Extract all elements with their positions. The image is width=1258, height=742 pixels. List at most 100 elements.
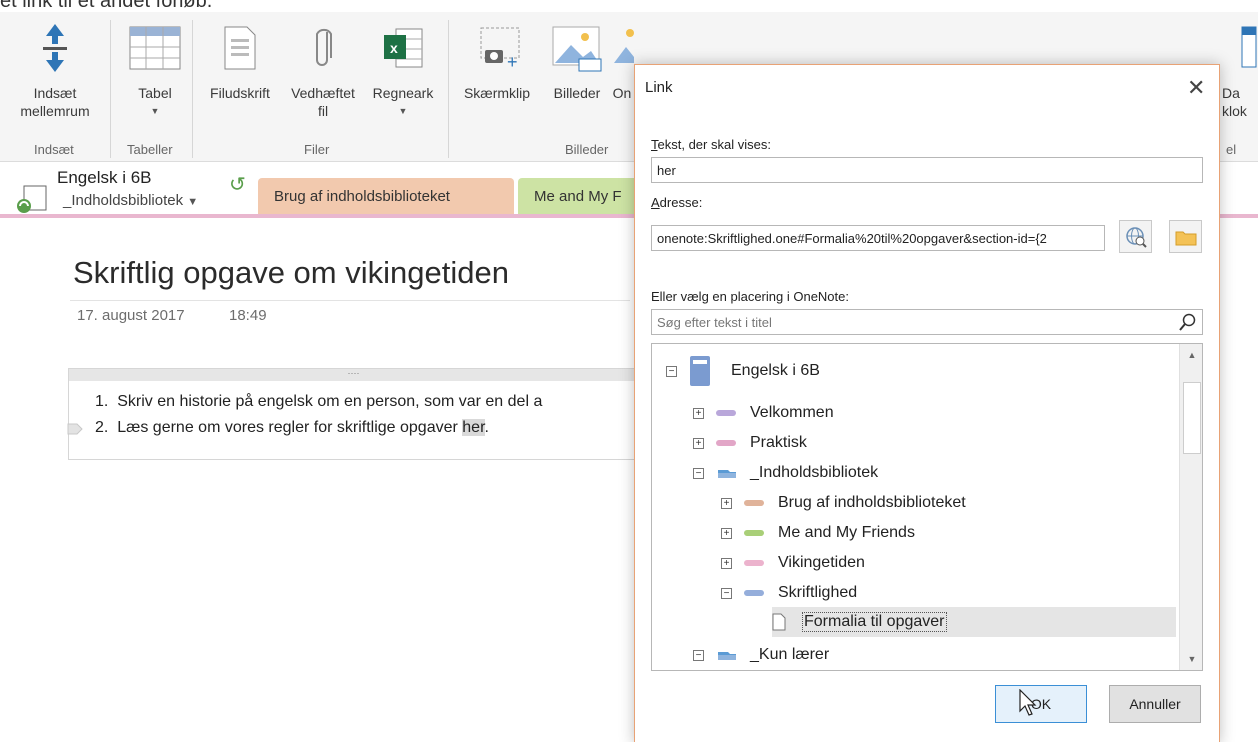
expand-icon[interactable]: + — [721, 497, 732, 509]
date-time-button[interactable]: Da klok — [1222, 20, 1258, 120]
expand-icon[interactable]: + — [721, 527, 732, 539]
attachment-button[interactable]: Vedhæftet fil — [280, 20, 366, 120]
group-files-label: Filer — [304, 142, 330, 157]
svg-text:x: x — [390, 40, 398, 56]
tab-label: Me and My F — [534, 188, 622, 205]
notebook-name[interactable]: Engelsk i 6B — [57, 168, 152, 188]
tree-item-page[interactable]: Formalia til opgaver — [772, 609, 947, 635]
selected-link-text[interactable]: her — [462, 419, 485, 436]
text-to-display-input[interactable] — [651, 157, 1203, 183]
expand-icon[interactable]: + — [693, 407, 704, 419]
mouse-cursor-icon — [1019, 688, 1039, 722]
attachment-label: Vedhæftet fil — [291, 85, 355, 119]
address-input[interactable] — [651, 225, 1105, 251]
online-pictures-button[interactable]: On — [610, 20, 634, 102]
tree-item-section-group[interactable]: − _Kun lærer — [693, 642, 829, 668]
tree-item-section[interactable]: + Me and My Friends — [721, 520, 915, 546]
page-title[interactable]: Skriftlig opgave om vikingetiden — [73, 255, 509, 291]
notebook-section-selector[interactable]: _Indholdsbibliotek ▼ — [63, 192, 198, 209]
screen-clip-button[interactable]: + Skærmklip — [454, 20, 540, 102]
list-number: 1. — [95, 393, 109, 410]
file-printout-icon — [200, 20, 280, 76]
link-dialog: Link ✕ Tekst, der skal vises: Adresse: E… — [634, 64, 1220, 742]
tree-item-section[interactable]: + Velkommen — [693, 400, 834, 426]
section-icon — [744, 500, 764, 506]
table-dropdown-arrow[interactable]: ▼ — [125, 102, 185, 120]
tab-me-and-my-friends[interactable]: Me and My F — [518, 178, 648, 216]
tree-item-section[interactable]: + Brug af indholdsbiblioteket — [721, 490, 966, 516]
close-icon[interactable]: ✕ — [1187, 75, 1205, 101]
tree-item-section[interactable]: + Praktisk — [693, 430, 807, 456]
insert-space-label: Indsæt mellemrum — [20, 85, 90, 119]
collapse-icon[interactable]: − — [693, 649, 704, 661]
table-button[interactable]: Tabel ▼ — [125, 20, 185, 120]
group-insert-label: Indsæt — [34, 142, 74, 157]
group-separator — [448, 20, 449, 158]
scroll-up-arrow[interactable]: ▲ — [1180, 350, 1202, 360]
section-icon — [716, 440, 736, 446]
tab-label: Brug af indholdsbiblioteket — [274, 188, 450, 205]
collapse-icon[interactable]: − — [666, 365, 677, 377]
scroll-down-arrow[interactable]: ▼ — [1180, 654, 1202, 664]
list-text-end: . — [484, 419, 489, 436]
page-time: 18:49 — [229, 307, 267, 324]
tree-item-label: _Kun lærer — [750, 646, 830, 663]
expand-icon[interactable]: + — [721, 557, 732, 569]
spreadsheet-button[interactable]: x Regneark ▼ — [366, 20, 440, 120]
list-item[interactable]: 2. Læs gerne om vores regler for skriftl… — [95, 419, 489, 437]
tree-scrollbar[interactable]: ▲ ▼ — [1179, 344, 1202, 670]
ok-button[interactable]: OK — [995, 685, 1087, 723]
chevron-down-icon: ▼ — [187, 196, 199, 208]
pictures-button[interactable]: Billeder — [544, 20, 610, 102]
sync-icon[interactable]: ↺ — [229, 172, 246, 197]
expand-icon[interactable]: + — [693, 437, 704, 449]
tree-item-section-group[interactable]: − _Indholdsbibliotek — [693, 460, 878, 486]
section-icon — [744, 590, 764, 596]
title-search-input[interactable] — [651, 309, 1203, 335]
online-partial-label: On — [612, 85, 632, 101]
collapse-icon[interactable]: − — [721, 587, 732, 599]
tree-item-label: Praktisk — [750, 434, 807, 451]
note-container[interactable]: ···· 1. Skriv en historie på engelsk om … — [67, 368, 638, 460]
list-item[interactable]: 1. Skriv en historie på engelsk om en pe… — [95, 393, 542, 411]
spreadsheet-dropdown-arrow[interactable]: ▼ — [366, 102, 440, 120]
tab-brug-af-indholdsbiblioteket[interactable]: Brug af indholdsbiblioteket — [258, 178, 514, 216]
section-icon — [716, 410, 736, 416]
pictures-label: Billeder — [553, 85, 601, 101]
search-icon[interactable] — [1179, 313, 1197, 336]
container-handle[interactable]: ···· — [69, 369, 638, 381]
tree-item-section[interactable]: + Vikingetiden — [721, 550, 865, 576]
screen-clip-icon: + — [454, 20, 540, 76]
group-separator — [110, 20, 111, 158]
section-icon — [744, 530, 764, 536]
group-partial-label: el — [1226, 142, 1237, 157]
text-to-display-label: Tekst, der skal vises: — [651, 137, 771, 152]
paragraph-handle-icon[interactable] — [67, 422, 83, 440]
file-printout-button[interactable]: Filudskrift — [200, 20, 280, 102]
file-printout-label: Filudskrift — [210, 85, 270, 101]
browse-web-button[interactable] — [1119, 220, 1152, 253]
notebook-section-name: _Indholdsbibliotek — [63, 192, 184, 209]
title-divider — [70, 300, 630, 301]
tree-item-section[interactable]: − Skriftlighed — [721, 580, 857, 606]
table-label: Tabel — [138, 85, 172, 101]
date-time-partial-label: Da klok — [1222, 85, 1247, 119]
onenote-location-tree[interactable]: − Engelsk i 6B + Velkommen + Praktisk − … — [651, 343, 1203, 671]
svg-text:+: + — [507, 52, 518, 72]
page-date: 17. august 2017 — [77, 307, 185, 324]
spreadsheet-label: Regneark — [372, 85, 434, 101]
section-group-icon — [718, 652, 736, 660]
tree-item-label: _Indholdsbibliotek — [750, 464, 879, 481]
browse-file-button[interactable] — [1169, 220, 1202, 253]
group-separator — [192, 20, 193, 158]
folder-icon — [1175, 231, 1196, 245]
collapse-icon[interactable]: − — [693, 467, 704, 479]
cancel-button[interactable]: Annuller — [1109, 685, 1201, 723]
list-number: 2. — [95, 419, 109, 436]
tree-item-label: Velkommen — [750, 404, 834, 421]
scrollbar-thumb[interactable] — [1183, 382, 1201, 454]
address-label: Adresse: — [651, 195, 702, 210]
online-pictures-icon — [610, 20, 634, 76]
insert-space-button[interactable]: Indsæt mellemrum — [20, 20, 90, 120]
tree-item-notebook[interactable]: − Engelsk i 6B — [666, 356, 820, 386]
